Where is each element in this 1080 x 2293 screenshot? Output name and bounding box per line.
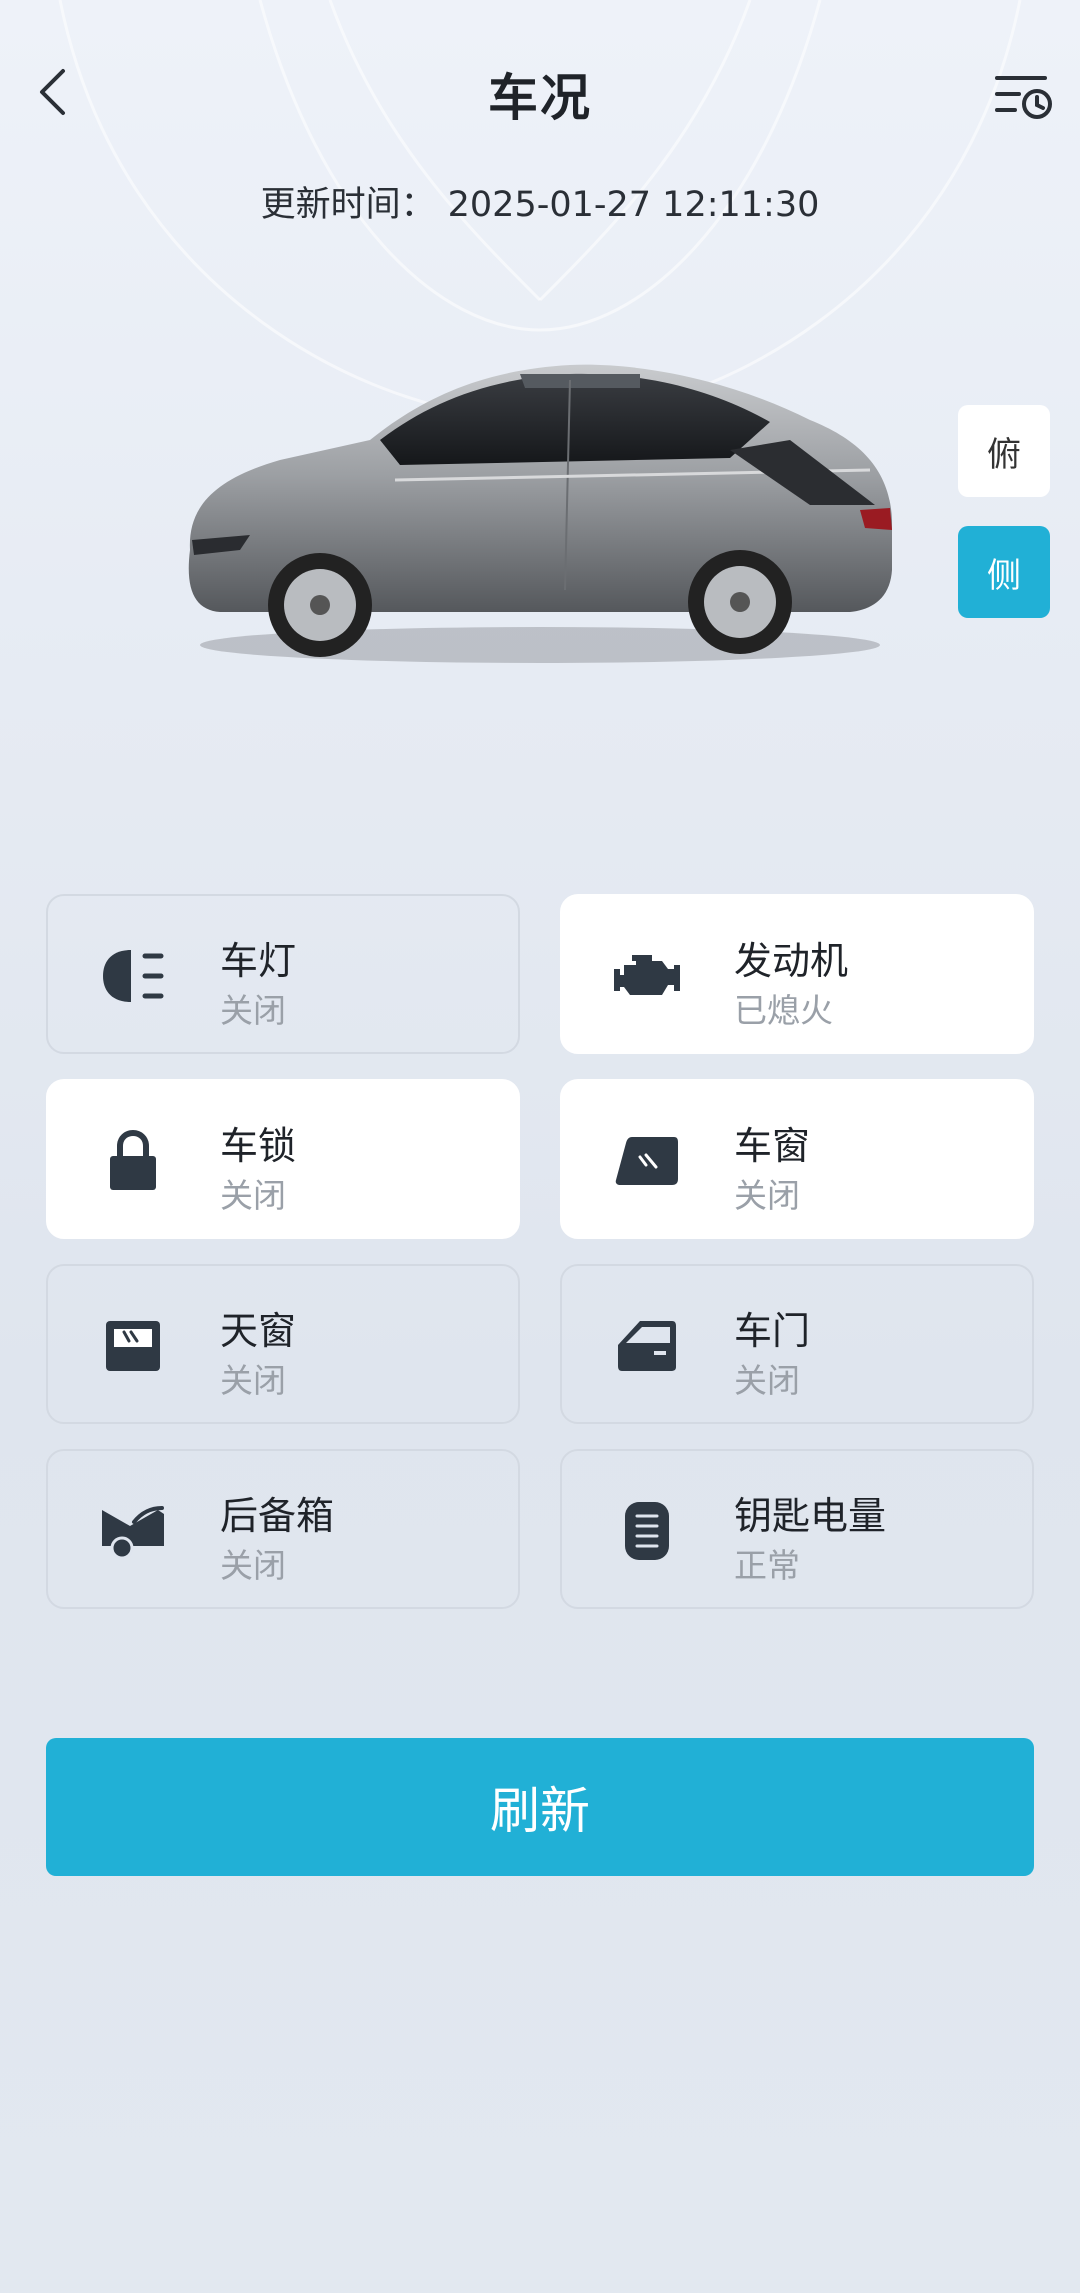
update-time-value: 2025-01-27 12:11:30 <box>447 185 820 225</box>
card-state: 关闭 <box>220 1361 286 1400</box>
card-state: 已熄火 <box>734 991 833 1030</box>
sunroof-icon <box>98 1311 168 1381</box>
card-name: 车灯 <box>220 939 297 983</box>
history-button[interactable] <box>988 62 1058 128</box>
card-window[interactable]: 车窗 关闭 <box>560 1079 1034 1239</box>
view-top-button[interactable]: 俯 <box>958 405 1050 497</box>
card-name: 车锁 <box>220 1124 297 1168</box>
view-side-button[interactable]: 侧 <box>958 526 1050 618</box>
card-name: 钥匙电量 <box>734 1494 887 1538</box>
card-state: 正常 <box>734 1546 800 1585</box>
card-sunroof[interactable]: 天窗 关闭 <box>46 1264 520 1424</box>
card-name: 发动机 <box>734 939 849 983</box>
card-state: 关闭 <box>734 1361 800 1400</box>
card-name: 后备箱 <box>220 1494 335 1538</box>
update-time-label: 更新时间： <box>260 185 436 225</box>
card-door[interactable]: 车门 关闭 <box>560 1264 1034 1424</box>
card-name: 天窗 <box>220 1309 297 1353</box>
card-state: 关闭 <box>220 991 286 1030</box>
card-key-battery[interactable]: 钥匙电量 正常 <box>560 1449 1034 1609</box>
headlight-icon <box>98 941 168 1011</box>
trunk-icon <box>98 1496 168 1566</box>
window-icon <box>612 1126 682 1196</box>
page-title: 车况 <box>488 69 592 127</box>
refresh-button[interactable]: 刷新 <box>46 1738 1034 1876</box>
history-list-icon <box>995 76 1052 119</box>
door-icon <box>612 1311 682 1381</box>
card-state: 关闭 <box>734 1176 800 1215</box>
card-name: 车窗 <box>734 1124 811 1168</box>
engine-icon <box>612 941 682 1011</box>
card-lock[interactable]: 车锁 关闭 <box>46 1079 520 1239</box>
card-trunk[interactable]: 后备箱 关闭 <box>46 1449 520 1609</box>
lock-icon <box>98 1126 168 1196</box>
key-battery-icon <box>612 1496 682 1566</box>
card-engine[interactable]: 发动机 已熄火 <box>560 894 1034 1054</box>
card-lights[interactable]: 车灯 关闭 <box>46 894 520 1054</box>
card-state: 关闭 <box>220 1546 286 1585</box>
update-time: 更新时间： 2025-01-27 12:11:30 <box>0 176 1080 227</box>
card-state: 关闭 <box>220 1176 286 1215</box>
card-name: 车门 <box>734 1309 811 1353</box>
top-bar: 车况 <box>0 40 1080 150</box>
car-image <box>170 340 910 680</box>
